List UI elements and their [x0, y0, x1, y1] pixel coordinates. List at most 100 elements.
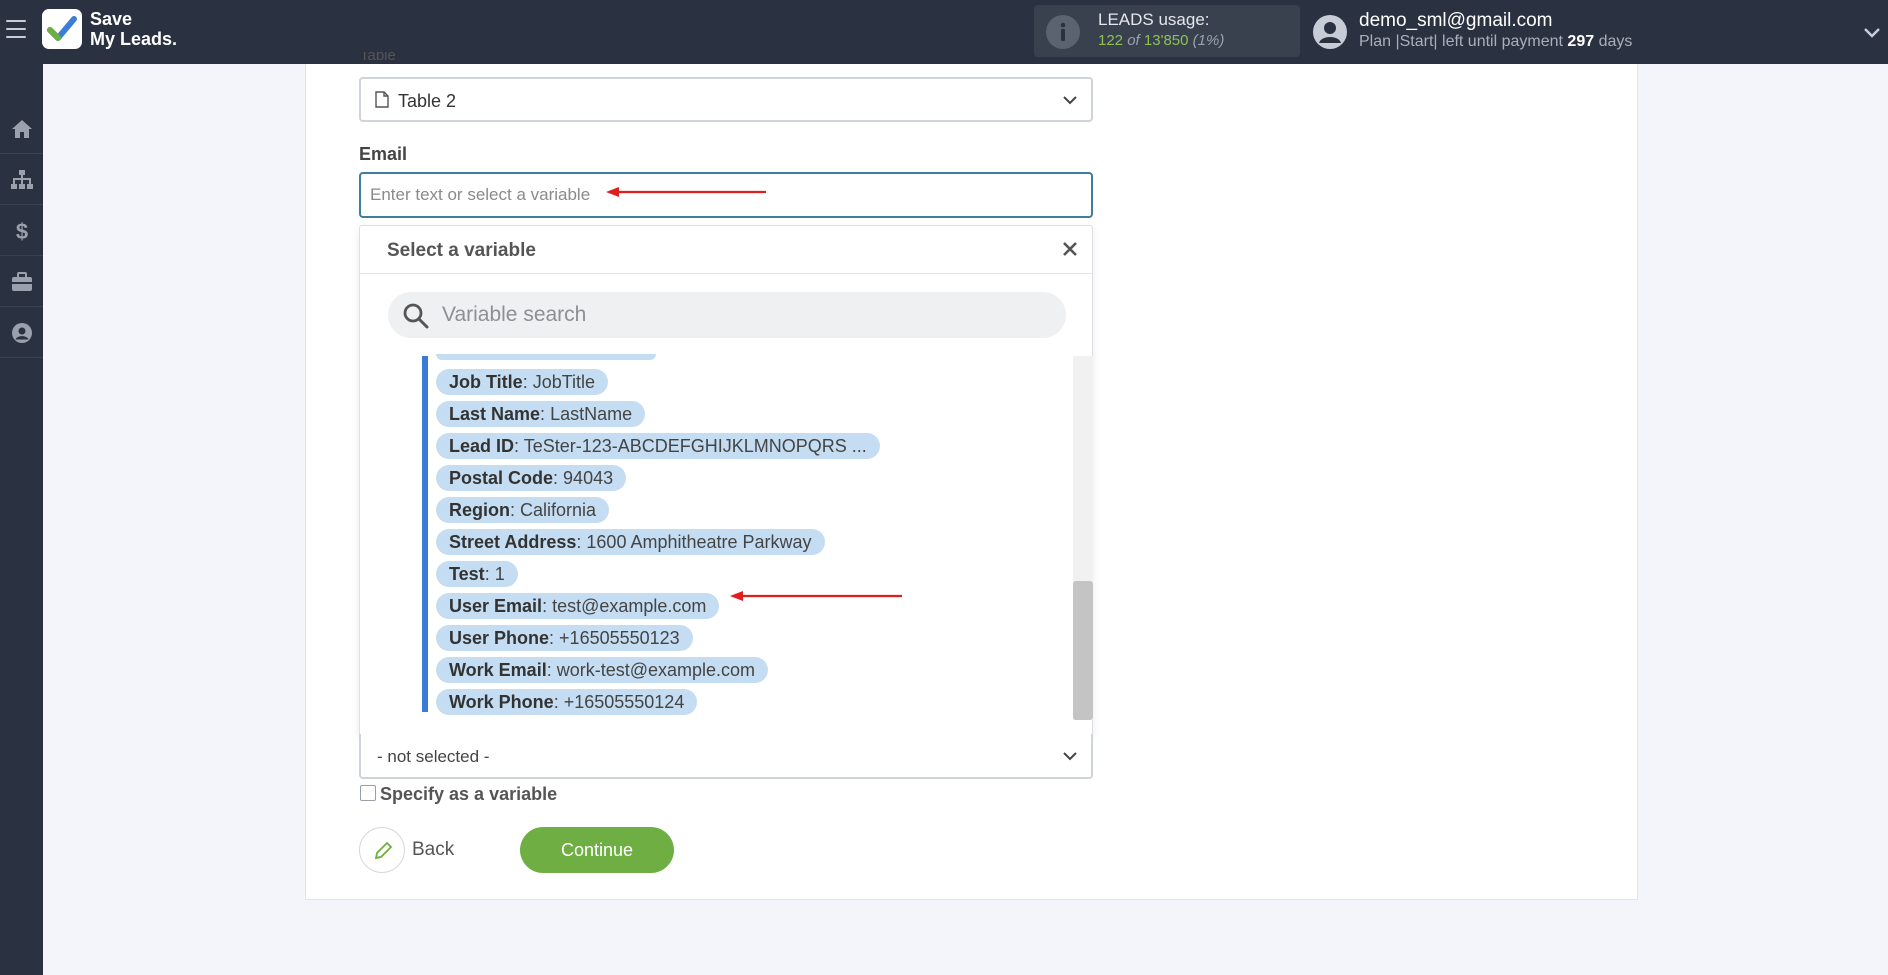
variable-item[interactable]: Job Title: JobTitle — [436, 369, 609, 395]
top-bar: Save My Leads. LEADS usage: 122 of 13'85… — [0, 0, 1888, 64]
variable-key: Lead ID — [449, 436, 515, 456]
sidebar-item-billing[interactable]: $ — [0, 206, 43, 256]
variable-separator: : — [546, 660, 557, 680]
scrollbar-thumb[interactable] — [1073, 581, 1093, 720]
back-label[interactable]: Back — [412, 839, 454, 861]
variable-value: 94043 — [563, 468, 614, 488]
variable-separator: : — [553, 692, 564, 712]
close-icon[interactable] — [1060, 239, 1080, 259]
sidebar-item-account[interactable] — [0, 308, 43, 358]
back-button[interactable] — [359, 827, 405, 873]
field-select[interactable]: - not selected - — [359, 734, 1093, 779]
usage-of: of — [1127, 32, 1140, 49]
variable-separator: : — [484, 564, 495, 584]
variable-separator: : — [540, 404, 551, 424]
variable-key: Test — [449, 564, 485, 584]
table-select-value: Table 2 — [398, 91, 457, 111]
variable-item[interactable]: Postal Code: 94043 — [436, 465, 627, 491]
variable-item[interactable]: Street Address: 1600 Amphitheatre Parkwa… — [436, 529, 825, 555]
plan-info: Plan |Start| left until payment 297 days — [1359, 33, 1632, 51]
sitemap-icon — [10, 169, 33, 189]
field-select-value: - not selected - — [377, 747, 490, 766]
logo-text: Save My Leads. — [90, 9, 177, 49]
dollar-icon: $ — [15, 219, 27, 243]
email-label: Email — [359, 144, 408, 164]
search-icon — [403, 303, 429, 329]
variable-search-input[interactable] — [388, 292, 1066, 338]
annotation-arrow — [606, 187, 766, 197]
variable-item[interactable]: Test: 1 — [436, 561, 518, 587]
variable-value: JobTitle — [532, 372, 596, 392]
variable-item[interactable]: User Phone: +16505550123 — [436, 625, 693, 651]
variable-key: User Email — [449, 596, 543, 616]
variable-value: work-test@example.com — [556, 660, 756, 680]
variable-separator: : — [522, 372, 533, 392]
variable-key: Postal Code — [449, 468, 554, 488]
home-icon — [11, 119, 32, 138]
variable-key: Last Name — [449, 404, 541, 424]
table-label: Table — [360, 52, 396, 64]
variable-item[interactable]: Region: California — [436, 497, 610, 523]
chevron-down-icon — [1063, 96, 1077, 105]
variable-separator: : — [514, 436, 524, 456]
variable-panel-header: Select a variable — [360, 226, 1092, 274]
variable-value: 1600 Amphitheatre Parkway — [586, 532, 812, 552]
variable-key: Work Email — [449, 660, 547, 680]
variable-separator: : — [553, 468, 564, 488]
variable-item[interactable]: User Email: test@example.com — [436, 593, 720, 619]
variable-key: Work Phone — [449, 692, 554, 712]
variable-list-bar — [422, 356, 428, 712]
variable-key: Job Title — [449, 372, 523, 392]
variable-item[interactable]: Work Phone: +16505550124 — [436, 689, 698, 715]
plan-days-suffix: days — [1598, 33, 1633, 50]
variable-separator: : — [549, 628, 560, 648]
variable-value: 1 — [494, 564, 505, 584]
info-icon — [1046, 15, 1080, 49]
chevron-down-icon[interactable] — [1862, 22, 1882, 42]
variable-separator: : — [510, 500, 521, 520]
variable-value: LastName — [550, 404, 633, 424]
usage-percent: (1%) — [1192, 32, 1225, 49]
user-circle-icon — [11, 322, 32, 343]
sidebar-item-tools[interactable] — [0, 257, 43, 307]
table-select[interactable]: Table 2 — [359, 77, 1093, 122]
usage-value: 122 of 13'850 (1%) — [1098, 32, 1224, 49]
variable-key: User Phone — [449, 628, 550, 648]
avatar[interactable] — [1312, 14, 1348, 50]
sidebar-item-home[interactable] — [0, 104, 43, 154]
variable-item[interactable]: Last Name: LastName — [436, 401, 646, 427]
leads-usage-panel: LEADS usage: 122 of 13'850 (1%) — [1034, 5, 1300, 57]
briefcase-icon — [11, 271, 32, 291]
sidebar-item-connections[interactable] — [0, 155, 43, 205]
plan-prefix: Plan |Start| left until payment — [1359, 33, 1563, 50]
annotation-arrow — [730, 591, 902, 601]
plan-days: 297 — [1567, 33, 1595, 50]
usage-used: 122 — [1098, 32, 1124, 49]
variable-key: Street Address — [449, 532, 577, 552]
variable-value: +16505550123 — [559, 628, 680, 648]
logo-line1: Save — [90, 9, 133, 29]
variable-pill-cutoff — [436, 354, 656, 360]
specify-variable-label: Specify as a variable — [380, 784, 558, 804]
sidebar: $ — [0, 64, 43, 975]
specify-variable-checkbox[interactable] — [360, 785, 376, 801]
account-email: demo_sml@gmail.com — [1359, 10, 1553, 31]
document-icon — [375, 91, 389, 108]
variable-item[interactable]: Work Email: work-test@example.com — [436, 657, 769, 683]
variable-panel-title: Select a variable — [387, 240, 536, 261]
variable-separator: : — [542, 596, 553, 616]
variable-panel: Select a variable Job Title: JobTitle Las… — [359, 225, 1093, 736]
menu-icon[interactable] — [6, 20, 26, 42]
pencil-icon — [374, 841, 393, 860]
chevron-down-icon — [1063, 752, 1077, 761]
usage-total: 13'850 — [1143, 32, 1189, 49]
variable-key: Region — [449, 500, 510, 520]
usage-title: LEADS usage: — [1098, 10, 1210, 29]
variable-value: test@example.com — [552, 596, 707, 616]
continue-button[interactable]: Continue — [520, 827, 674, 873]
variable-separator: : — [576, 532, 587, 552]
logo-line2: My Leads. — [90, 29, 178, 49]
variable-item[interactable]: Lead ID: TeSter-123-ABCDEFGHIJKLMNOPQRS … — [436, 433, 880, 459]
logo-icon[interactable] — [42, 9, 82, 49]
variable-value: +16505550124 — [563, 692, 685, 712]
